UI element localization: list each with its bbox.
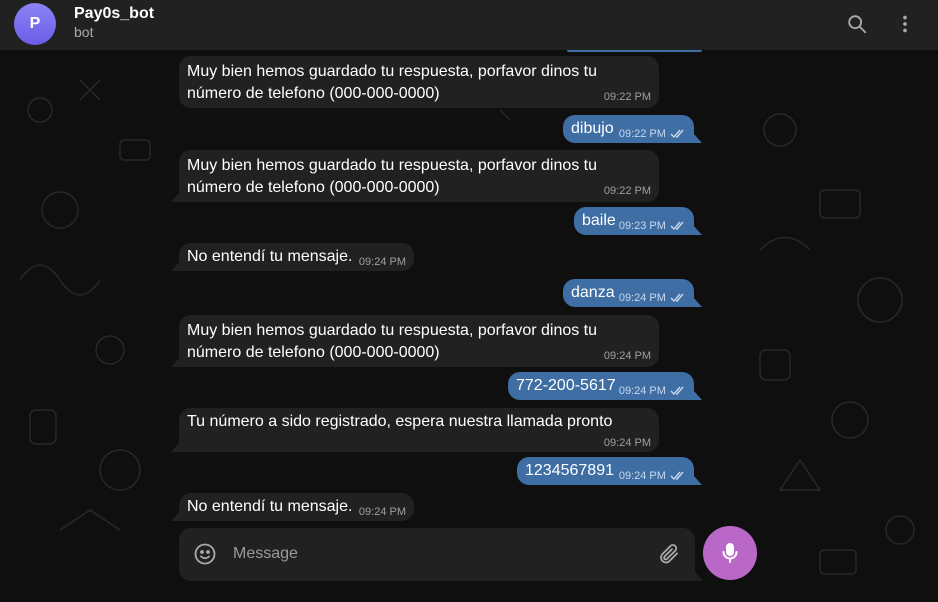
double-check-icon	[670, 386, 684, 396]
message-text: Muy bien hemos guardado tu respuesta, po…	[187, 157, 598, 196]
search-icon[interactable]	[843, 10, 871, 38]
incoming-message[interactable]: Muy bien hemos guardado tu respuesta, po…	[179, 150, 659, 202]
chat-header: P Pay0s_bot bot	[0, 0, 938, 50]
message-meta: 09:24 PM	[619, 292, 686, 304]
chat-title: Pay0s_bot	[74, 5, 155, 22]
message-time: 09:22 PM	[603, 185, 651, 197]
message-time: 09:24 PM	[618, 385, 666, 397]
message-text: dibujo	[571, 120, 614, 137]
avatar[interactable]: P	[14, 3, 56, 45]
message-meta: 09:24 PM	[619, 385, 686, 397]
incoming-message[interactable]: Muy bien hemos guardado tu respuesta, po…	[179, 315, 659, 367]
message-input[interactable]	[233, 540, 633, 568]
more-vertical-icon[interactable]	[891, 10, 919, 38]
message-time: 09:24 PM	[603, 437, 651, 449]
message-time: 09:24 PM	[358, 506, 406, 518]
double-check-icon	[670, 471, 684, 481]
message-meta: 09:24 PM	[619, 470, 686, 482]
message-text: Muy bien hemos guardado tu respuesta, po…	[187, 63, 598, 102]
outgoing-message[interactable]: dibujo 09:22 PM	[563, 115, 694, 143]
emoji-icon[interactable]	[193, 542, 217, 566]
double-check-icon	[670, 221, 684, 231]
incoming-message[interactable]: No entendí tu mensaje. 09:24 PM	[179, 493, 414, 521]
outgoing-message[interactable]: 772-200-5617 09:24 PM	[508, 372, 694, 400]
voice-record-button[interactable]	[703, 526, 757, 580]
chat-subtitle: bot	[74, 24, 94, 40]
message-composer	[179, 528, 695, 581]
previous-message-edge	[567, 50, 702, 52]
message-text: Muy bien hemos guardado tu respuesta, po…	[187, 322, 598, 361]
outgoing-message[interactable]: danza 09:24 PM	[563, 279, 694, 307]
incoming-message[interactable]: Muy bien hemos guardado tu respuesta, po…	[179, 56, 659, 108]
message-text: baile	[582, 212, 616, 229]
message-time: 09:23 PM	[618, 220, 666, 232]
incoming-message[interactable]: No entendí tu mensaje. 09:24 PM	[179, 243, 414, 271]
message-time: 09:24 PM	[618, 470, 666, 482]
chat-title-block[interactable]: Pay0s_bot bot	[74, 4, 154, 41]
message-time: 09:22 PM	[603, 91, 651, 103]
paperclip-icon[interactable]	[657, 542, 681, 566]
message-time: 09:22 PM	[618, 128, 666, 140]
message-text: Tu número a sido registrado, espera nues…	[187, 413, 613, 430]
message-text: 772-200-5617	[516, 377, 616, 394]
outgoing-message[interactable]: 1234567891 09:24 PM	[517, 457, 694, 485]
message-time: 09:24 PM	[618, 292, 666, 304]
message-text: 1234567891	[525, 462, 614, 479]
message-time: 09:24 PM	[603, 350, 651, 362]
message-text: danza	[571, 284, 615, 301]
incoming-message[interactable]: Tu número a sido registrado, espera nues…	[179, 408, 659, 452]
message-list[interactable]: Muy bien hemos guardado tu respuesta, po…	[0, 50, 938, 602]
message-meta: 09:23 PM	[619, 220, 686, 232]
message-time: 09:24 PM	[358, 256, 406, 268]
double-check-icon	[670, 129, 684, 139]
double-check-icon	[670, 293, 684, 303]
message-text: No entendí tu mensaje.	[187, 248, 353, 265]
message-text: No entendí tu mensaje.	[187, 498, 353, 515]
message-meta: 09:22 PM	[619, 128, 686, 140]
microphone-icon	[722, 543, 738, 563]
outgoing-message[interactable]: baile 09:23 PM	[574, 207, 694, 235]
